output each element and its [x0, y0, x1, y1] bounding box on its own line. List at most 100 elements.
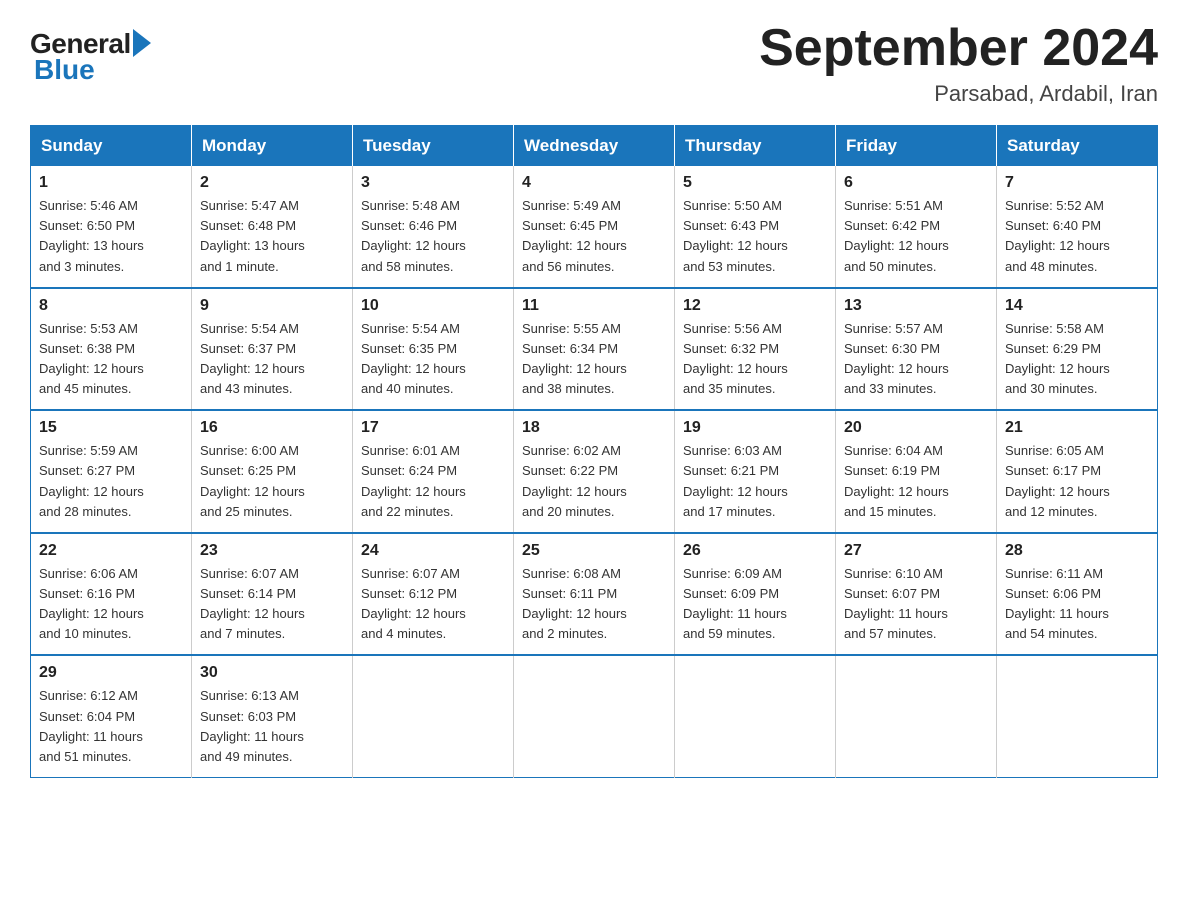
day-info: Sunrise: 5:57 AMSunset: 6:30 PMDaylight:…	[844, 319, 988, 400]
day-info: Sunrise: 6:00 AMSunset: 6:25 PMDaylight:…	[200, 441, 344, 522]
calendar-cell: 15 Sunrise: 5:59 AMSunset: 6:27 PMDayligh…	[31, 410, 192, 533]
day-info: Sunrise: 6:08 AMSunset: 6:11 PMDaylight:…	[522, 564, 666, 645]
calendar-cell	[514, 655, 675, 777]
day-info: Sunrise: 5:53 AMSunset: 6:38 PMDaylight:…	[39, 319, 183, 400]
calendar-cell: 6 Sunrise: 5:51 AMSunset: 6:42 PMDaylight…	[836, 166, 997, 288]
calendar-cell: 4Sunrise: 5:49 AMSunset: 6:45 PMDaylight…	[514, 166, 675, 288]
day-info: Sunrise: 5:51 AMSunset: 6:42 PMDaylight:…	[844, 196, 988, 277]
page-header: General Blue September 2024 Parsabad, Ar…	[30, 20, 1158, 107]
day-info: Sunrise: 6:06 AMSunset: 6:16 PMDaylight:…	[39, 564, 183, 645]
calendar-cell: 9Sunrise: 5:54 AMSunset: 6:37 PMDaylight…	[192, 288, 353, 411]
day-info: Sunrise: 5:59 AMSunset: 6:27 PMDaylight:…	[39, 441, 183, 522]
day-number: 1	[39, 174, 183, 192]
calendar-cell: 2 Sunrise: 5:47 AMSunset: 6:48 PMDaylight…	[192, 166, 353, 288]
calendar-header-saturday: Saturday	[997, 126, 1158, 167]
day-info: Sunrise: 5:49 AMSunset: 6:45 PMDaylight:…	[522, 196, 666, 277]
calendar-cell	[836, 655, 997, 777]
day-number: 30	[200, 664, 344, 682]
calendar-cell	[675, 655, 836, 777]
day-info: Sunrise: 5:47 AMSunset: 6:48 PMDaylight:…	[200, 196, 344, 277]
day-number: 16	[200, 419, 344, 437]
day-number: 27	[844, 542, 988, 560]
day-info: Sunrise: 5:54 AMSunset: 6:35 PMDaylight:…	[361, 319, 505, 400]
calendar-cell: 26 Sunrise: 6:09 AMSunset: 6:09 PMDayligh…	[675, 533, 836, 656]
day-info: Sunrise: 6:07 AMSunset: 6:12 PMDaylight:…	[361, 564, 505, 645]
day-info: Sunrise: 5:55 AMSunset: 6:34 PMDaylight:…	[522, 319, 666, 400]
calendar-cell: 7Sunrise: 5:52 AMSunset: 6:40 PMDaylight…	[997, 166, 1158, 288]
day-number: 29	[39, 664, 183, 682]
day-number: 11	[522, 297, 666, 315]
calendar-cell	[353, 655, 514, 777]
day-number: 13	[844, 297, 988, 315]
day-number: 21	[1005, 419, 1149, 437]
day-number: 2	[200, 174, 344, 192]
calendar-header-monday: Monday	[192, 126, 353, 167]
calendar-table: SundayMondayTuesdayWednesdayThursdayFrid…	[30, 125, 1158, 778]
day-info: Sunrise: 6:04 AMSunset: 6:19 PMDaylight:…	[844, 441, 988, 522]
calendar-header-friday: Friday	[836, 126, 997, 167]
day-number: 6	[844, 174, 988, 192]
calendar-week-row: 29 Sunrise: 6:12 AMSunset: 6:04 PMDayligh…	[31, 655, 1158, 777]
day-info: Sunrise: 5:54 AMSunset: 6:37 PMDaylight:…	[200, 319, 344, 400]
day-number: 25	[522, 542, 666, 560]
day-info: Sunrise: 5:48 AMSunset: 6:46 PMDaylight:…	[361, 196, 505, 277]
day-number: 22	[39, 542, 183, 560]
calendar-week-row: 15 Sunrise: 5:59 AMSunset: 6:27 PMDayligh…	[31, 410, 1158, 533]
calendar-cell: 20 Sunrise: 6:04 AMSunset: 6:19 PMDayligh…	[836, 410, 997, 533]
logo-arrow-icon	[133, 29, 151, 57]
calendar-cell: 1 Sunrise: 5:46 AMSunset: 6:50 PMDaylight…	[31, 166, 192, 288]
day-number: 10	[361, 297, 505, 315]
day-number: 7	[1005, 174, 1149, 192]
calendar-header-thursday: Thursday	[675, 126, 836, 167]
day-info: Sunrise: 5:56 AMSunset: 6:32 PMDaylight:…	[683, 319, 827, 400]
calendar-cell: 14 Sunrise: 5:58 AMSunset: 6:29 PMDayligh…	[997, 288, 1158, 411]
calendar-cell: 19 Sunrise: 6:03 AMSunset: 6:21 PMDayligh…	[675, 410, 836, 533]
logo: General Blue	[30, 20, 151, 86]
calendar-cell	[997, 655, 1158, 777]
day-number: 28	[1005, 542, 1149, 560]
day-info: Sunrise: 5:58 AMSunset: 6:29 PMDaylight:…	[1005, 319, 1149, 400]
calendar-header-wednesday: Wednesday	[514, 126, 675, 167]
calendar-cell: 16 Sunrise: 6:00 AMSunset: 6:25 PMDayligh…	[192, 410, 353, 533]
day-info: Sunrise: 6:12 AMSunset: 6:04 PMDaylight:…	[39, 686, 183, 767]
day-info: Sunrise: 5:46 AMSunset: 6:50 PMDaylight:…	[39, 196, 183, 277]
calendar-week-row: 1 Sunrise: 5:46 AMSunset: 6:50 PMDaylight…	[31, 166, 1158, 288]
calendar-week-row: 22 Sunrise: 6:06 AMSunset: 6:16 PMDayligh…	[31, 533, 1158, 656]
day-number: 20	[844, 419, 988, 437]
day-number: 26	[683, 542, 827, 560]
day-number: 14	[1005, 297, 1149, 315]
day-info: Sunrise: 6:13 AMSunset: 6:03 PMDaylight:…	[200, 686, 344, 767]
day-number: 19	[683, 419, 827, 437]
calendar-cell: 12 Sunrise: 5:56 AMSunset: 6:32 PMDayligh…	[675, 288, 836, 411]
calendar-cell: 30 Sunrise: 6:13 AMSunset: 6:03 PMDayligh…	[192, 655, 353, 777]
day-info: Sunrise: 6:09 AMSunset: 6:09 PMDaylight:…	[683, 564, 827, 645]
day-number: 15	[39, 419, 183, 437]
calendar-cell: 11 Sunrise: 5:55 AMSunset: 6:34 PMDayligh…	[514, 288, 675, 411]
calendar-cell: 3 Sunrise: 5:48 AMSunset: 6:46 PMDaylight…	[353, 166, 514, 288]
title-block: September 2024 Parsabad, Ardabil, Iran	[759, 20, 1158, 107]
day-info: Sunrise: 6:01 AMSunset: 6:24 PMDaylight:…	[361, 441, 505, 522]
calendar-cell: 27 Sunrise: 6:10 AMSunset: 6:07 PMDayligh…	[836, 533, 997, 656]
calendar-week-row: 8 Sunrise: 5:53 AMSunset: 6:38 PMDaylight…	[31, 288, 1158, 411]
calendar-cell: 18Sunrise: 6:02 AMSunset: 6:22 PMDayligh…	[514, 410, 675, 533]
calendar-cell: 22 Sunrise: 6:06 AMSunset: 6:16 PMDayligh…	[31, 533, 192, 656]
calendar-cell: 5 Sunrise: 5:50 AMSunset: 6:43 PMDaylight…	[675, 166, 836, 288]
subtitle: Parsabad, Ardabil, Iran	[759, 81, 1158, 107]
day-info: Sunrise: 6:03 AMSunset: 6:21 PMDaylight:…	[683, 441, 827, 522]
calendar-cell: 10 Sunrise: 5:54 AMSunset: 6:35 PMDayligh…	[353, 288, 514, 411]
day-number: 17	[361, 419, 505, 437]
calendar-cell: 23 Sunrise: 6:07 AMSunset: 6:14 PMDayligh…	[192, 533, 353, 656]
day-info: Sunrise: 5:50 AMSunset: 6:43 PMDaylight:…	[683, 196, 827, 277]
day-number: 5	[683, 174, 827, 192]
calendar-cell: 29 Sunrise: 6:12 AMSunset: 6:04 PMDayligh…	[31, 655, 192, 777]
day-number: 12	[683, 297, 827, 315]
day-number: 23	[200, 542, 344, 560]
logo-blue-text: Blue	[34, 54, 95, 86]
day-info: Sunrise: 6:05 AMSunset: 6:17 PMDaylight:…	[1005, 441, 1149, 522]
day-info: Sunrise: 6:07 AMSunset: 6:14 PMDaylight:…	[200, 564, 344, 645]
calendar-cell: 13 Sunrise: 5:57 AMSunset: 6:30 PMDayligh…	[836, 288, 997, 411]
day-number: 24	[361, 542, 505, 560]
day-info: Sunrise: 6:10 AMSunset: 6:07 PMDaylight:…	[844, 564, 988, 645]
day-number: 3	[361, 174, 505, 192]
day-number: 8	[39, 297, 183, 315]
